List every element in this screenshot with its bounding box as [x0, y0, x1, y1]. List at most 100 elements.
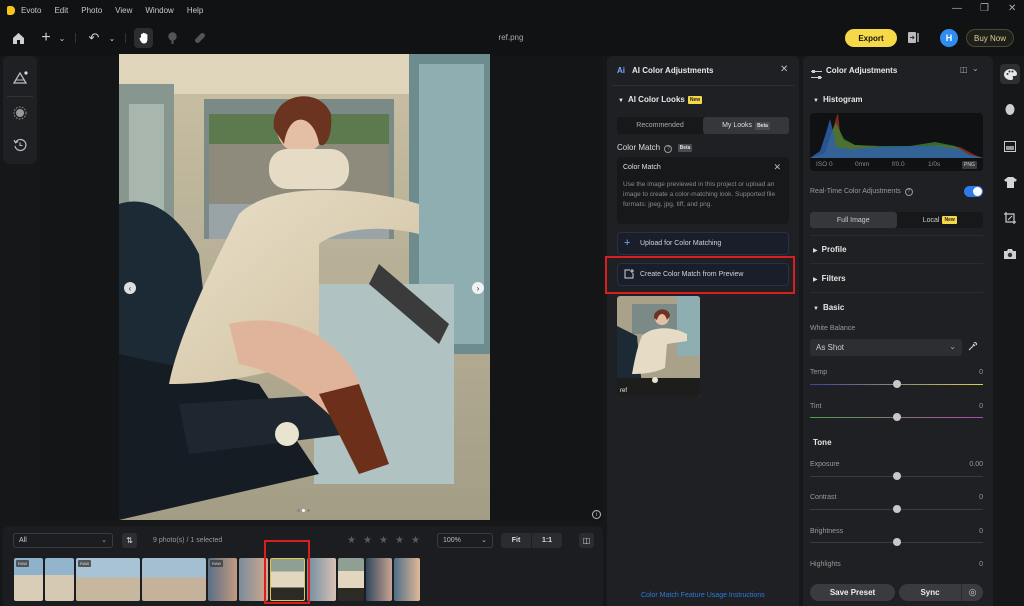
buy-now-button[interactable]: Buy Now [966, 29, 1014, 47]
filmstrip-thumbnail[interactable]: RAW [14, 558, 43, 601]
basic-section-header[interactable]: ▼ Basic [813, 303, 844, 312]
undo-chevron-down-icon[interactable]: ⌄ [104, 30, 120, 46]
close-window-icon[interactable]: ✕ [1008, 3, 1016, 14]
panel-chevron-down-icon[interactable]: ⌄ [972, 64, 979, 73]
contrast-slider-handle[interactable] [892, 505, 901, 513]
background-icon[interactable] [1000, 136, 1020, 156]
add-icon[interactable]: + [38, 29, 54, 46]
filmstrip-thumbnail[interactable] [338, 558, 364, 601]
histogram-header[interactable]: ▼ Histogram [813, 95, 863, 104]
info-icon[interactable]: i [592, 510, 601, 519]
profile-section-header[interactable]: ▶ Profile [813, 245, 847, 254]
raw-badge: RAW [78, 560, 92, 567]
rating-star-4[interactable]: ★ [395, 535, 404, 546]
sign-in-panel-icon[interactable] [908, 31, 920, 44]
save-preset-button[interactable]: Save Preset [810, 584, 895, 601]
color-match-heading: Color Match ? Beta [617, 143, 693, 153]
ref-look-thumbnail[interactable]: ref [617, 296, 700, 397]
tab-my-looks[interactable]: My Looks Beta [703, 117, 789, 134]
close-ai-panel-icon[interactable]: ✕ [780, 64, 788, 75]
create-from-preview-highlight [605, 256, 795, 294]
undo-icon[interactable]: ↶ [86, 30, 102, 46]
white-balance-select[interactable]: As Shot ⌄ [810, 339, 962, 356]
crop-icon[interactable] [1000, 208, 1020, 228]
brightness-label: Brightness [810, 528, 844, 535]
ai-logo-icon: Ai [617, 66, 625, 75]
eyedropper-icon[interactable] [968, 341, 978, 354]
ai-color-looks-label: AI Color Looks [627, 95, 685, 104]
user-avatar[interactable]: H [940, 29, 958, 47]
rating-star-2[interactable]: ★ [363, 535, 372, 546]
home-icon[interactable] [10, 30, 26, 46]
color-match-label: Color Match [617, 143, 661, 152]
carousel-dot-active[interactable] [302, 509, 305, 512]
brightness-value: 0 [979, 528, 983, 535]
temp-slider-handle[interactable] [892, 380, 901, 388]
bandage-icon[interactable] [192, 30, 208, 46]
tint-slider-handle[interactable] [892, 413, 901, 421]
zoom-level-select[interactable]: 100% ⌄ [437, 533, 493, 548]
filmstrip-thumbnail[interactable]: RAW [208, 558, 237, 601]
minimize-icon[interactable]: — [952, 3, 962, 14]
menu-view[interactable]: View [115, 6, 132, 15]
exposure-slider-handle[interactable] [892, 472, 901, 480]
history-icon[interactable] [11, 136, 29, 154]
shutter-value: 1/0s [928, 161, 941, 168]
filmstrip-thumbnail[interactable] [366, 558, 392, 601]
carousel-dot[interactable] [297, 509, 300, 512]
menu-photo[interactable]: Photo [81, 6, 102, 15]
carousel-dot[interactable] [307, 509, 310, 512]
rating-star-1[interactable]: ★ [347, 535, 356, 546]
previous-image-button[interactable]: ‹ [124, 282, 136, 294]
filmstrip-thumbnail[interactable] [307, 558, 336, 601]
compare-view-icon[interactable]: ◫ [579, 533, 594, 548]
brightness-slider-handle[interactable] [892, 538, 901, 546]
ai-color-looks-header[interactable]: ▼ AI Color Looks New [618, 95, 703, 104]
filmstrip-thumbnail[interactable] [394, 558, 420, 601]
one-to-one-button[interactable]: 1:1 [531, 533, 562, 548]
realtime-adjustments-toggle[interactable] [964, 186, 983, 197]
clothing-icon[interactable] [1000, 172, 1020, 192]
menu-window[interactable]: Window [145, 6, 173, 15]
help-icon[interactable]: ? [904, 188, 913, 196]
close-card-icon[interactable]: ✕ [773, 162, 781, 173]
tab-full-image[interactable]: Full Image [810, 212, 897, 228]
filmstrip-thumbnail[interactable]: RAW [76, 558, 140, 601]
add-chevron-down-icon[interactable]: ⌄ [54, 30, 70, 46]
contrast-label: Contrast [810, 494, 837, 501]
fit-button[interactable]: Fit [501, 533, 531, 548]
maximize-icon[interactable]: ❐ [980, 3, 989, 14]
brush-icon[interactable] [164, 30, 180, 46]
hand-icon[interactable] [136, 30, 152, 46]
tab-recommended[interactable]: Recommended [617, 117, 703, 134]
face-icon[interactable] [1000, 100, 1020, 120]
section-divider [810, 263, 983, 264]
panel-layout-icon[interactable]: ◫ [960, 65, 968, 74]
sync-settings-icon[interactable]: ◎ [961, 584, 983, 601]
tab-local[interactable]: Local New [897, 212, 984, 228]
ai-panel-title: AI Color Adjustments [632, 66, 714, 75]
palette-icon[interactable] [1000, 64, 1020, 84]
color-match-info-card: Color Match ✕ Use the image previewed in… [617, 157, 789, 224]
scene-icon[interactable] [11, 68, 29, 86]
menu-help[interactable]: Help [187, 6, 203, 15]
blur-icon[interactable] [11, 104, 29, 122]
color-match-instructions-link[interactable]: Color Match Feature Usage Instructions [641, 592, 765, 599]
app-name-menu[interactable]: Evoto [21, 6, 41, 15]
camera-icon[interactable] [1000, 244, 1020, 264]
menu-edit[interactable]: Edit [54, 6, 68, 15]
sort-button[interactable]: ⇅ [122, 533, 137, 548]
plus-icon: + [624, 237, 631, 249]
photo-filter-select[interactable]: All ⌄ [13, 533, 113, 548]
filmstrip-thumbnail[interactable] [45, 558, 74, 601]
filmstrip-thumbnail[interactable] [142, 558, 206, 601]
export-button[interactable]: Export [845, 29, 897, 47]
filters-section-header[interactable]: ▶ Filters [813, 274, 846, 283]
left-tool-panel [3, 56, 37, 164]
next-image-button[interactable]: › [472, 282, 484, 294]
section-divider [810, 235, 983, 236]
rating-star-5[interactable]: ★ [411, 535, 420, 546]
upload-for-color-matching-button[interactable]: + Upload for Color Matching [617, 232, 789, 255]
help-icon[interactable]: ? [664, 145, 673, 153]
rating-star-3[interactable]: ★ [379, 535, 388, 546]
